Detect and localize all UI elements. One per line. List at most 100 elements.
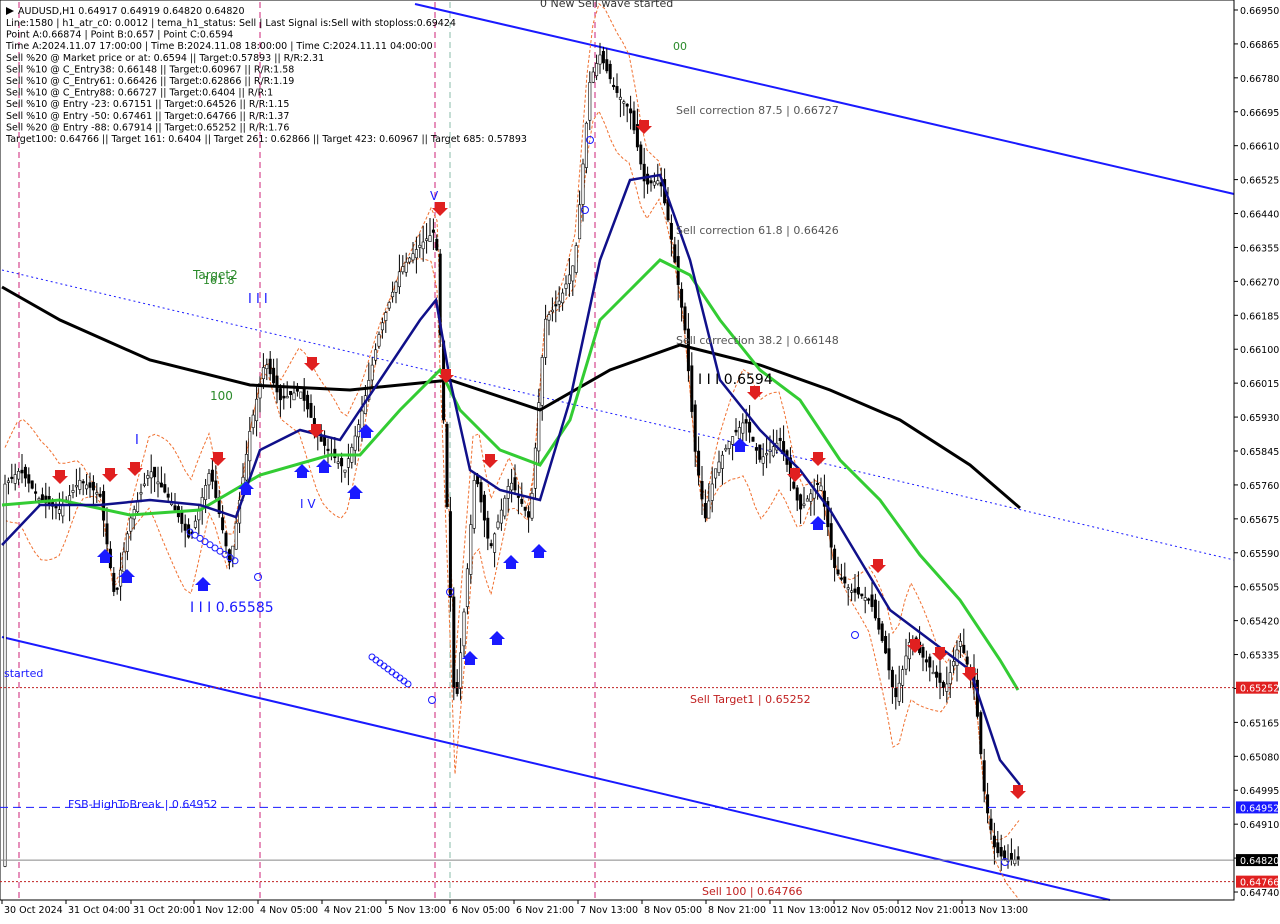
chart-annotation: I I I 0.6594 <box>698 372 773 388</box>
candle-body <box>979 712 983 755</box>
candle-body <box>873 599 877 619</box>
candle-body <box>632 110 636 131</box>
candle-body <box>282 395 286 399</box>
y-tick-label: 0.64910 <box>1240 820 1279 831</box>
candle-body <box>261 367 265 380</box>
candle-body <box>554 304 558 307</box>
candle-body <box>54 505 58 509</box>
candle-body <box>615 86 619 93</box>
candle-body <box>166 493 170 498</box>
candle-body <box>557 300 561 305</box>
x-tick-label: 11 Nov 13:00 <box>772 905 836 916</box>
candle-body <box>30 480 34 489</box>
candle-body <box>924 659 928 663</box>
candle-body <box>992 835 996 848</box>
candle-body <box>397 271 401 288</box>
candle-body <box>493 533 497 553</box>
info-line: Target100: 0.64766 || Target 161: 0.6404… <box>5 134 527 145</box>
y-tick-label: 0.66015 <box>1240 379 1279 390</box>
info-line: Sell %20 @ Entry -88: 0.67914 || Target:… <box>6 122 289 133</box>
price-tag-label: 0.65252 <box>1240 684 1279 695</box>
candle-body <box>744 419 748 424</box>
candle-body <box>251 414 255 428</box>
x-tick-label: 6 Nov 05:00 <box>452 905 510 916</box>
chart-annotation: I I I <box>248 292 268 307</box>
candle-body <box>863 597 867 601</box>
candle-body <box>843 576 847 584</box>
candle-body <box>652 181 656 186</box>
candle-body <box>272 367 276 384</box>
candle-body <box>646 173 650 185</box>
candle-body <box>673 244 677 263</box>
candle-body <box>717 461 721 473</box>
x-tick-label: 6 Nov 21:00 <box>516 905 574 916</box>
candle-body <box>34 491 38 494</box>
candle-body <box>268 358 272 375</box>
y-tick-label: 0.66185 <box>1240 311 1279 322</box>
y-tick-label: 0.66610 <box>1240 142 1279 153</box>
candle-body <box>91 481 95 491</box>
y-tick-label: 0.65165 <box>1240 718 1279 729</box>
candle-body <box>377 334 381 347</box>
candle-body <box>795 487 799 501</box>
candle-body <box>1016 856 1020 861</box>
candle-body <box>669 223 673 240</box>
y-tick-label: 0.66525 <box>1240 176 1279 187</box>
candle-body <box>105 523 109 545</box>
candle-body <box>996 842 1000 854</box>
candle-body <box>703 502 707 519</box>
symbol-header: AUDUSD,H1 0.64917 0.64919 0.64820 0.6482… <box>18 6 245 17</box>
x-tick-label: 31 Oct 04:00 <box>68 905 130 916</box>
info-line: Sell %10 @ Entry -23: 0.67151 || Target:… <box>6 99 289 110</box>
candle-body <box>533 447 537 489</box>
candle-body <box>452 596 456 689</box>
candle-body <box>629 108 633 114</box>
candle-body <box>142 483 146 486</box>
candle-body <box>809 493 813 502</box>
candle-body <box>482 494 486 521</box>
chart-annotation: 161.8 <box>203 274 235 287</box>
candle-body <box>656 180 660 185</box>
candle-body <box>496 521 500 529</box>
candle-body <box>265 364 269 370</box>
candle-body <box>207 473 211 486</box>
candle-body <box>799 494 803 510</box>
level-label: Sell correction 61.8 | 0.66426 <box>676 224 839 237</box>
info-line: Point A:0.66874 | Point B:0.657 | Point … <box>6 30 233 41</box>
candle-body <box>724 448 728 451</box>
candle-body <box>479 482 483 503</box>
candle-body <box>146 475 150 479</box>
candle-body <box>754 447 758 451</box>
candle-body <box>346 458 350 468</box>
x-tick-label: 7 Nov 13:00 <box>580 905 638 916</box>
candle-body <box>890 669 894 688</box>
candle-body <box>683 306 687 331</box>
candle-body <box>98 493 102 497</box>
candle-body <box>931 671 935 675</box>
candle-body <box>962 644 966 653</box>
candle-body <box>748 421 752 433</box>
candle-body <box>156 481 160 485</box>
candle-body <box>112 572 116 592</box>
candle-body <box>421 241 425 250</box>
candle-body <box>234 522 238 550</box>
candle-body <box>734 429 738 433</box>
x-tick-label: 8 Nov 21:00 <box>708 905 766 916</box>
candle-body <box>935 671 939 678</box>
candle-body <box>870 594 874 607</box>
candle-body <box>693 404 697 452</box>
x-tick-label: 12 Nov 21:00 <box>900 905 964 916</box>
candle-body <box>948 672 952 685</box>
candle-body <box>289 390 293 395</box>
candle-body <box>561 292 565 304</box>
candle-body <box>139 492 143 495</box>
candle-body <box>299 391 303 399</box>
candle-body <box>737 427 741 440</box>
candle-body <box>370 364 374 381</box>
candle-body <box>459 652 463 689</box>
candle-body <box>448 511 452 598</box>
candle-body <box>584 122 588 168</box>
candle-body <box>360 410 364 429</box>
candle-body <box>210 469 214 482</box>
x-tick-label: 31 Oct 20:00 <box>133 905 195 916</box>
